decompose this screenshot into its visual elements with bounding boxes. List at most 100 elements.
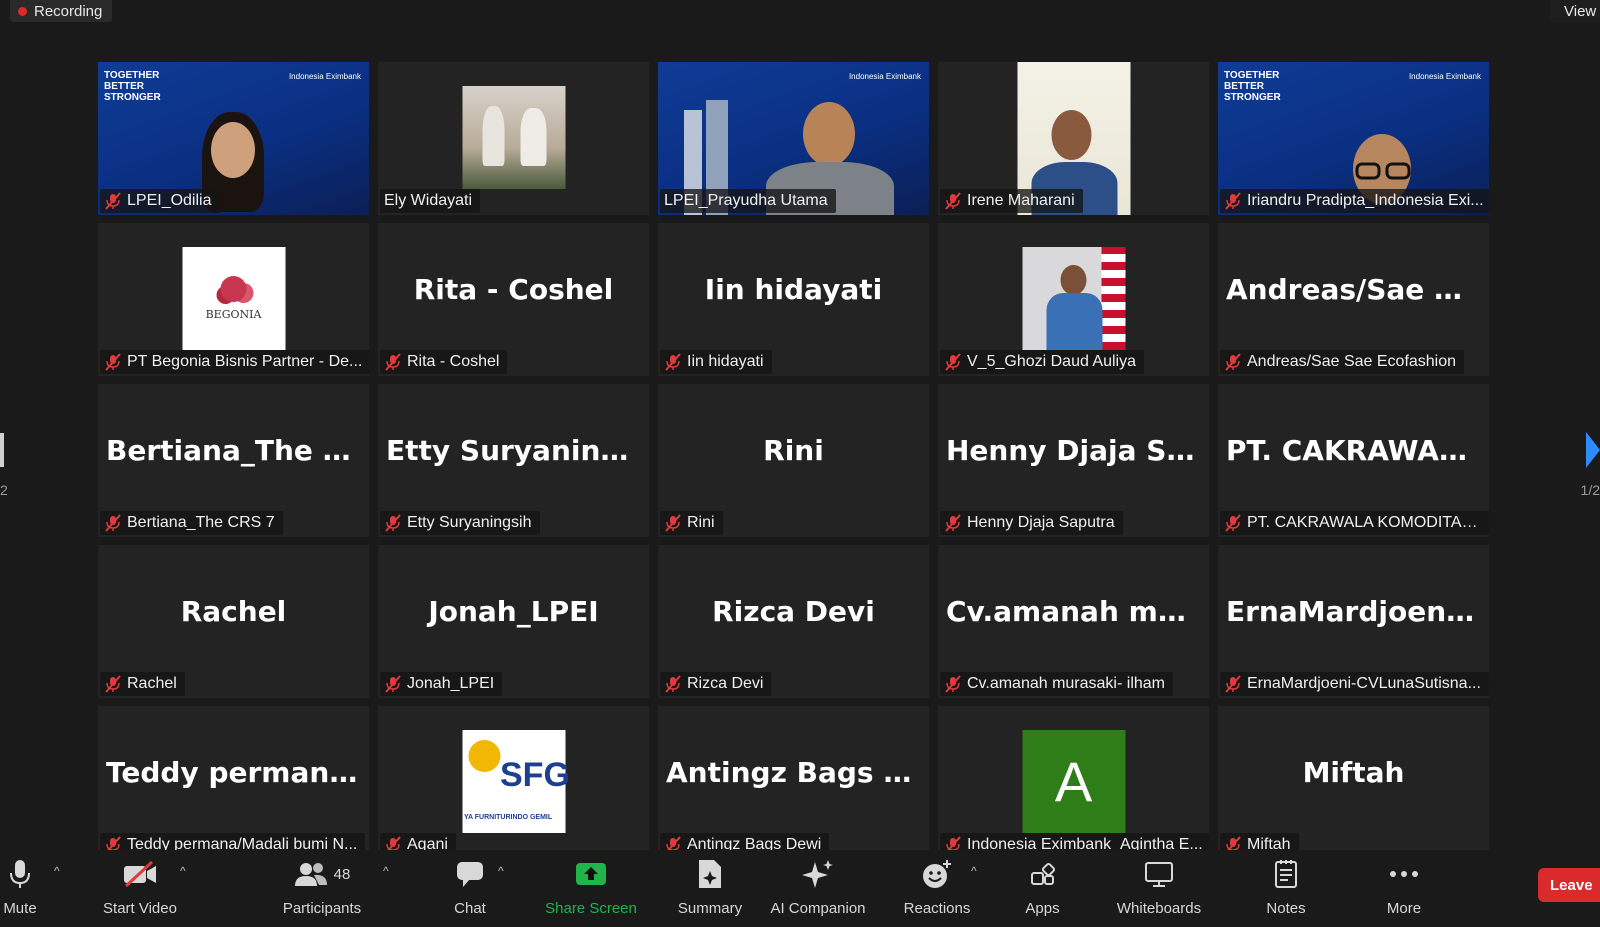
- participant-tile[interactable]: A Indonesia Eximbank_Agintha E...: [938, 706, 1209, 859]
- previous-page-arrow[interactable]: [0, 433, 4, 467]
- next-page-arrow-icon[interactable]: [1586, 432, 1600, 468]
- muted-microphone-icon: [945, 675, 961, 693]
- participant-display-name: ErnaMardjoeni-...: [1226, 595, 1489, 628]
- participant-tile[interactable]: Etty Suryaningsih Etty Suryaningsih: [378, 384, 649, 537]
- muted-microphone-icon: [105, 514, 121, 532]
- notes-icon: [1274, 856, 1298, 892]
- participant-name: Rizca Devi: [687, 675, 764, 692]
- view-button[interactable]: View: [1550, 0, 1600, 22]
- participant-tile[interactable]: Rini Rini: [658, 384, 929, 537]
- participant-tile[interactable]: Rizca Devi Rizca Devi: [658, 545, 929, 698]
- brand-text: Indonesia Eximbank: [1408, 72, 1481, 81]
- participant-tile[interactable]: Bertiana_The C... Bertiana_The CRS 7: [98, 384, 369, 537]
- participant-display-name: Bertiana_The C...: [106, 434, 369, 467]
- reactions-options-caret-icon[interactable]: ^: [971, 864, 977, 878]
- participant-tile[interactable]: Cv.amanah mur... Cv.amanah murasaki- ilha…: [938, 545, 1209, 698]
- previous-page-number: 2: [0, 482, 8, 498]
- participant-name: LPEI_Odilia: [127, 192, 212, 209]
- participants-icon-group: 48: [294, 856, 350, 892]
- participant-tile[interactable]: Henny Djaja Sa... Henny Djaja Saputra: [938, 384, 1209, 537]
- avatar-letter: A: [1054, 750, 1093, 813]
- recording-indicator[interactable]: Recording: [10, 0, 113, 22]
- chat-options-caret-icon[interactable]: ^: [498, 864, 504, 878]
- whiteboards-button[interactable]: Whiteboards: [1105, 850, 1213, 927]
- participant-name: Rita - Coshel: [407, 353, 500, 370]
- mute-button[interactable]: Mute: [0, 850, 40, 927]
- participant-name-label: Bertiana_The CRS 7: [100, 511, 283, 535]
- share-screen-button[interactable]: Share Screen: [535, 850, 647, 927]
- recording-dot-icon: [18, 6, 27, 16]
- summary-icon: [696, 856, 724, 892]
- participant-name: Iin hidayati: [687, 353, 764, 370]
- participant-name: LPEI_Prayudha Utama: [664, 192, 828, 209]
- participant-name-label: ErnaMardjoeni-CVLunaSutisna...: [1220, 672, 1489, 696]
- participant-display-name: Rizca Devi: [712, 595, 875, 628]
- participant-tile[interactable]: Indonesia Eximbank LPEI_Prayudha Utama: [658, 62, 929, 215]
- participant-tile[interactable]: BEGONIA PT Begonia Bisnis Partner - De...: [98, 223, 369, 376]
- participant-name-label: Cv.amanah murasaki- ilham: [940, 672, 1173, 696]
- avatar: A: [1022, 730, 1125, 833]
- participant-name: Rachel: [127, 675, 177, 692]
- participant-tile[interactable]: Teddy permana... Teddy permana/Madali bum…: [98, 706, 369, 859]
- muted-microphone-icon: [385, 675, 401, 693]
- participant-name-label: Iriandru Pradipta_Indonesia Exi...: [1220, 189, 1489, 213]
- participant-tile[interactable]: PT. CAKRAWAL... PT. CAKRAWALA KOMODITAS I…: [1218, 384, 1489, 537]
- audio-options-caret-icon[interactable]: ^: [54, 864, 60, 878]
- participant-name: V_5_Ghozi Daud Auliya: [967, 353, 1136, 370]
- person-head: [803, 102, 855, 166]
- chat-icon: [455, 856, 485, 892]
- participant-tile[interactable]: Andreas/Sae Sa... Andreas/Sae Sae Ecofash…: [1218, 223, 1489, 376]
- participant-tile[interactable]: Iin hidayati Iin hidayati: [658, 223, 929, 376]
- muted-microphone-icon: [105, 192, 121, 210]
- muted-microphone-icon: [945, 353, 961, 371]
- participant-tile[interactable]: Antingz Bags D... Antingz Bags Dewi: [658, 706, 929, 859]
- participant-tile[interactable]: Ely Widayati: [378, 62, 649, 215]
- apps-button[interactable]: Apps: [1005, 850, 1080, 927]
- participant-tile[interactable]: Rachel Rachel: [98, 545, 369, 698]
- summary-button[interactable]: Summary: [665, 850, 755, 927]
- participant-name: Irene Maharani: [967, 192, 1075, 209]
- participant-name: Andreas/Sae Sae Ecofashion: [1247, 353, 1457, 370]
- participant-tile[interactable]: TOGETHER BETTER STRONGER Indonesia Eximba…: [98, 62, 369, 215]
- participant-name: Jonah_LPEI: [407, 675, 495, 692]
- start-video-button[interactable]: Start Video: [94, 850, 186, 927]
- participant-tile[interactable]: Jonah_LPEI Jonah_LPEI: [378, 545, 649, 698]
- chat-button[interactable]: Chat: [430, 850, 510, 927]
- reactions-button[interactable]: Reactions: [892, 850, 982, 927]
- reactions-label: Reactions: [903, 900, 971, 917]
- participant-tile[interactable]: V_5_Ghozi Daud Auliya: [938, 223, 1209, 376]
- participant-name-label: Rizca Devi: [660, 672, 772, 696]
- ai-companion-button[interactable]: AI Companion: [762, 850, 874, 927]
- participant-tile[interactable]: Miftah Miftah: [1218, 706, 1489, 859]
- leave-button[interactable]: Leave: [1538, 868, 1600, 902]
- participant-name-label: V_5_Ghozi Daud Auliya: [940, 350, 1144, 374]
- notes-label: Notes: [1266, 900, 1306, 917]
- participant-tile[interactable]: Irene Maharani: [938, 62, 1209, 215]
- participant-name-label: Irene Maharani: [940, 189, 1083, 213]
- participants-options-caret-icon[interactable]: ^: [383, 864, 389, 878]
- sfg-logo: SFG YA FURNITURINDO GEMIL: [462, 730, 570, 833]
- participant-name-label: Rini: [660, 511, 723, 535]
- notes-button[interactable]: Notes: [1250, 850, 1322, 927]
- top-bar: Recording View: [0, 0, 1600, 22]
- participant-tile[interactable]: TOGETHER BETTER STRONGER Indonesia Eximba…: [1218, 62, 1489, 215]
- participant-tile[interactable]: Rita - Coshel Rita - Coshel: [378, 223, 649, 376]
- video-off-icon: [122, 856, 158, 892]
- participant-name: Ely Widayati: [384, 192, 473, 209]
- ai-companion-label: AI Companion: [770, 900, 866, 917]
- sfg-logo-subtext: YA FURNITURINDO GEMIL: [464, 814, 553, 821]
- participant-tile[interactable]: ErnaMardjoeni-... ErnaMardjoeni-CVLunaSut…: [1218, 545, 1489, 698]
- participants-button[interactable]: 48 Participants: [276, 850, 368, 927]
- participant-name-label: PT Begonia Bisnis Partner - De...: [100, 350, 369, 374]
- participant-display-name: Iin hidayati: [704, 273, 883, 306]
- page-indicator: 1/2: [1580, 482, 1600, 498]
- muted-microphone-icon: [665, 353, 681, 371]
- more-button[interactable]: More: [1368, 850, 1440, 927]
- view-label: View: [1564, 2, 1597, 20]
- tagline-text: TOGETHER BETTER STRONGER: [104, 70, 161, 103]
- video-options-caret-icon[interactable]: ^: [180, 864, 186, 878]
- meeting-toolbar: Mute ^ Start Video ^ 48 Participants ^ C…: [0, 850, 1600, 927]
- participant-display-name: Henny Djaja Sa...: [946, 434, 1209, 467]
- participant-tile[interactable]: SFG YA FURNITURINDO GEMIL Agani: [378, 706, 649, 859]
- muted-microphone-icon: [1225, 353, 1241, 371]
